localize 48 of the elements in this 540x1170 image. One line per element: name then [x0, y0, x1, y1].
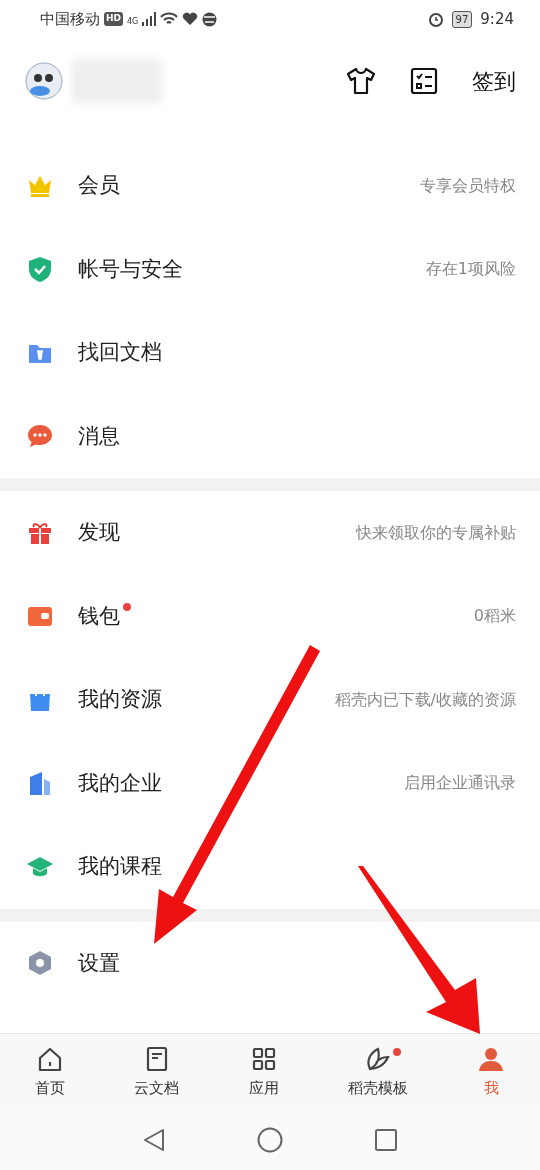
menu-label: 发现 [78, 519, 120, 546]
menu-label: 设置 [78, 949, 120, 977]
menu-item[interactable]: 我的课程 [0, 825, 540, 909]
menu-label: 找回文档 [78, 339, 162, 366]
home-icon[interactable] [257, 1127, 283, 1153]
nav-tab[interactable]: 云文档 [99, 1034, 214, 1110]
nav-tab[interactable]: 首页 [0, 1034, 100, 1110]
menu-detail: 稻壳内已下载/收藏的资源 [334, 688, 516, 711]
menu-label: 帐号与安全 [78, 255, 183, 283]
menu-label: 我的课程 [78, 853, 162, 880]
nav-tab[interactable]: 我 [442, 1034, 540, 1110]
menu-item[interactable]: 我的资源 稻壳内已下载/收藏的资源 [0, 658, 540, 742]
menu-label: 我的企业 [78, 769, 162, 797]
menu-item[interactable]: 会员 专享会员特权 [0, 144, 540, 228]
menu-label: 会员 [78, 172, 120, 199]
hd-badge: HD [104, 12, 123, 26]
menu-detail: 存在1项风险 [425, 258, 516, 281]
menu-item[interactable]: 消息 [0, 394, 540, 478]
menu-item[interactable]: 我的企业 启用企业通讯录 [0, 741, 540, 825]
menu-item[interactable]: 钱包 0稻米 [0, 574, 540, 658]
menu-label: 消息 [78, 422, 120, 450]
sign-in-button[interactable]: 签到 [472, 64, 516, 98]
menu-item[interactable]: 发现 快来领取你的专属补贴 [0, 491, 540, 575]
shirt-icon[interactable] [346, 67, 376, 95]
heart-icon [182, 12, 199, 26]
nav-tab[interactable]: 应用 [213, 1034, 314, 1110]
menu-detail: 0稻米 [473, 605, 516, 628]
menu-item[interactable]: 找回文档 [0, 311, 540, 395]
menu-detail: 启用企业通讯录 [404, 772, 516, 795]
nav-tab[interactable]: 稻壳模板 [313, 1034, 443, 1110]
menu-item[interactable]: 设置 [0, 921, 540, 1005]
menu-detail: 专享会员特权 [420, 174, 516, 197]
menu-label: 钱包 [78, 602, 120, 630]
network-type: 4G [127, 15, 139, 28]
checklist-icon[interactable] [410, 67, 438, 95]
alarm-icon [427, 11, 444, 27]
menu-item[interactable]: 帐号与安全 存在1项风险 [0, 227, 540, 311]
wifi-icon [160, 12, 179, 26]
recent-apps-icon[interactable] [375, 1129, 397, 1151]
carrier-name: 中国移动 [40, 8, 100, 30]
battery-indicator: 97 [451, 10, 473, 28]
clock-time: 9:24 [480, 8, 514, 30]
avatar-icon [24, 61, 64, 101]
signal-icon [142, 12, 157, 26]
back-icon[interactable] [143, 1128, 165, 1152]
menu-label: 我的资源 [78, 686, 162, 713]
globe-icon [202, 11, 218, 27]
menu-detail: 快来领取你的专属补贴 [356, 521, 516, 544]
